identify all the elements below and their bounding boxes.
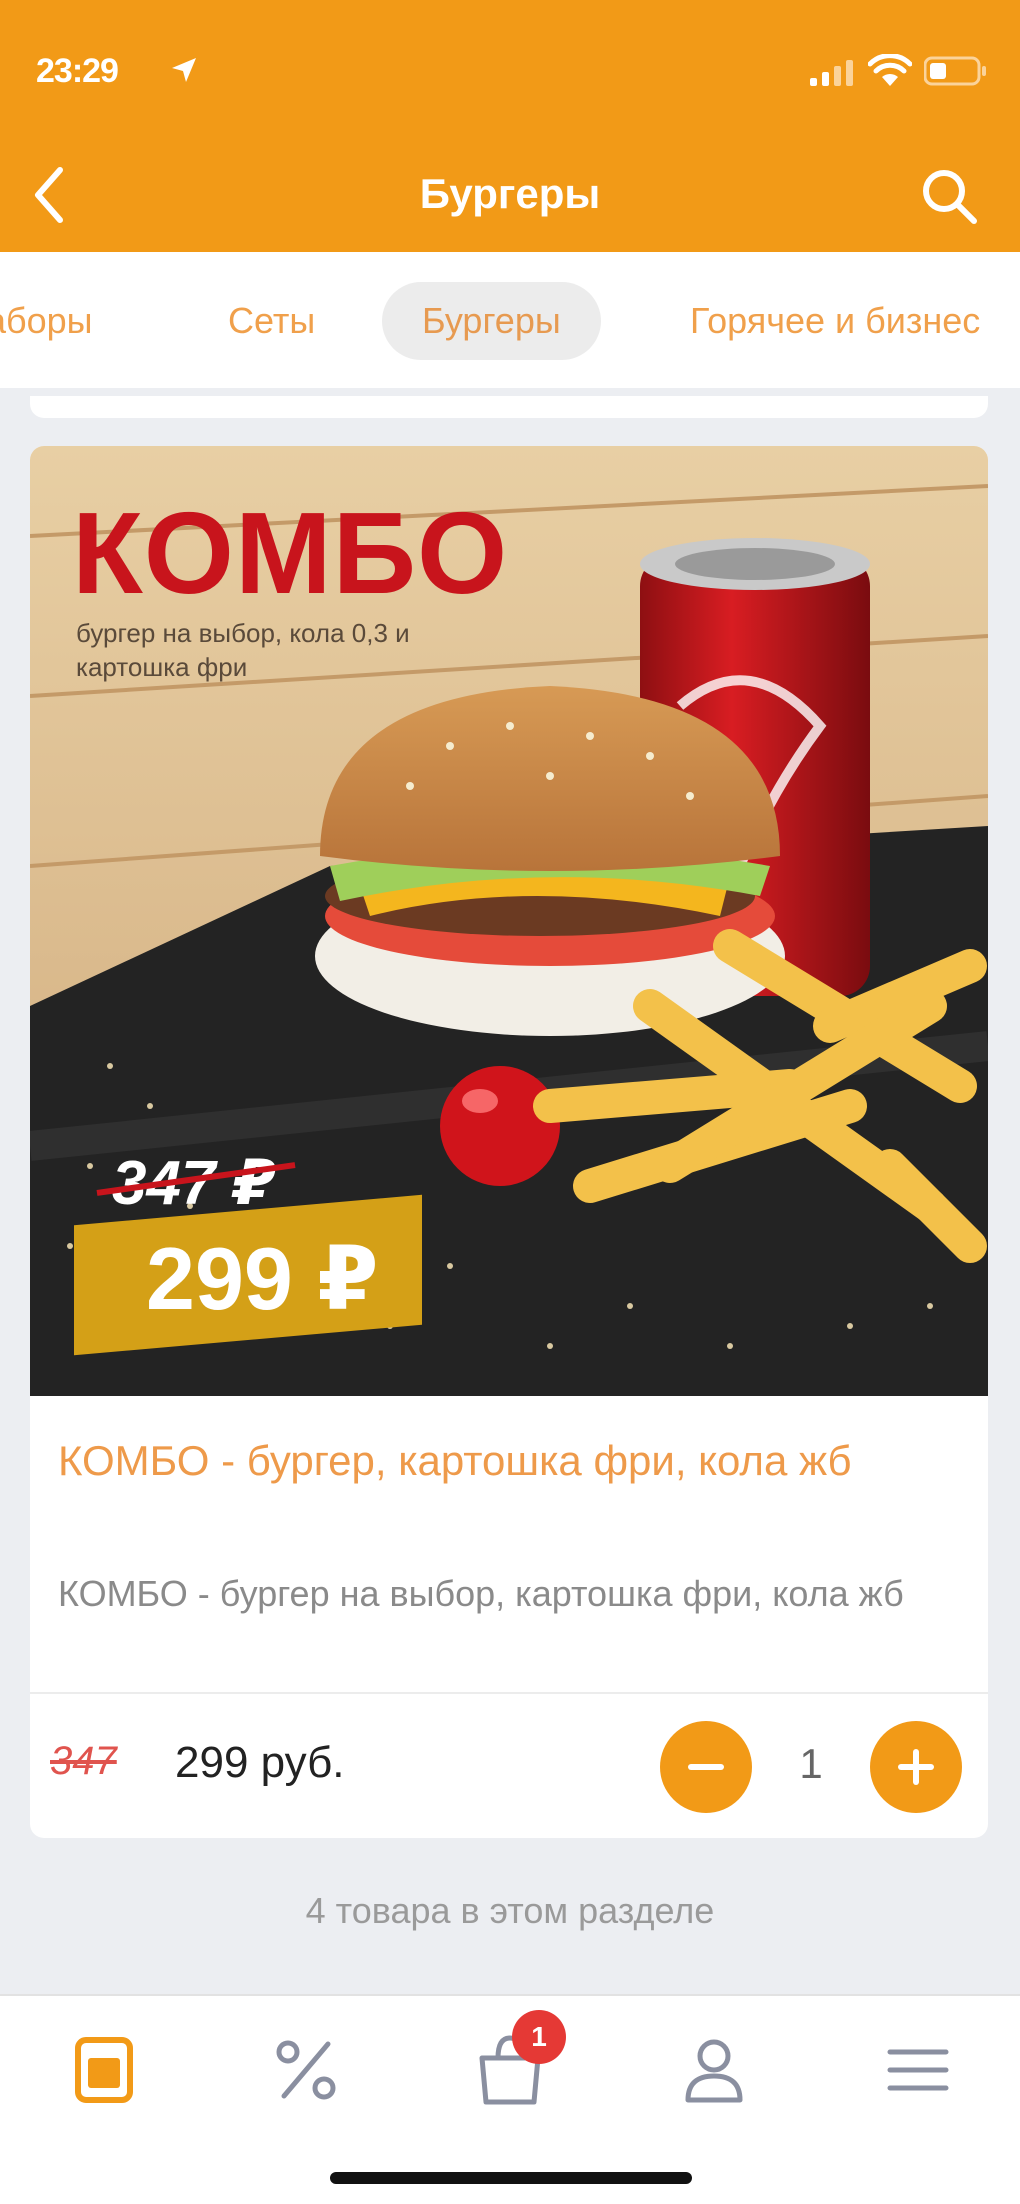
promo-old-price: 347 ₽ xyxy=(112,1149,276,1218)
current-price: 299 руб. xyxy=(175,1738,345,1787)
status-bar: 23:29 xyxy=(0,0,1020,150)
promo-subtitle: бургер на выбор, кола 0,3 и картошка фри xyxy=(76,618,410,682)
search-icon[interactable] xyxy=(918,165,980,227)
section-item-count: 4 товара в этом разделе xyxy=(305,1890,715,1931)
wifi-icon xyxy=(868,54,912,86)
cellular-signal-icon xyxy=(810,60,853,86)
promo-headline: КОМБО xyxy=(72,488,509,618)
cart-count-badge: 1 xyxy=(512,2010,566,2064)
card-divider xyxy=(30,1692,988,1694)
product-image[interactable]: КОМБО бургер на выбор, кола 0,3 и картош… xyxy=(30,446,988,1396)
category-tab-sets-bundles[interactable]: Наборы xyxy=(0,282,133,360)
category-tab-hot-business[interactable]: Горячее и бизнес xyxy=(650,282,1020,360)
quantity-value: 1 xyxy=(799,1740,823,1787)
product-description: КОМБО - бургер на выбор, картошка фри, к… xyxy=(58,1573,904,1614)
status-time: 23:29 xyxy=(36,52,119,90)
promo-new-price: 299 ₽ xyxy=(146,1228,379,1328)
profile-tab-icon[interactable] xyxy=(676,2032,752,2108)
battery-icon xyxy=(924,56,986,86)
promotions-tab-icon[interactable] xyxy=(268,2032,344,2108)
menu-tab-icon[interactable] xyxy=(66,2032,142,2108)
decrease-quantity-button[interactable] xyxy=(660,1721,752,1813)
header-bar: 23:29 Бургеры xyxy=(0,0,1020,252)
more-menu-tab-icon[interactable] xyxy=(880,2032,956,2108)
page-title: Бургеры xyxy=(419,170,601,217)
previous-card-edge xyxy=(30,396,988,418)
increase-quantity-button[interactable] xyxy=(870,1721,962,1813)
product-title[interactable]: КОМБО - бургер, картошка фри, кола жб xyxy=(58,1432,978,1490)
category-tab-sets[interactable]: Сеты xyxy=(188,282,355,360)
category-tab-burgers[interactable]: Бургеры xyxy=(382,282,601,360)
location-arrow-icon xyxy=(172,58,196,82)
old-price: 347 xyxy=(50,1739,117,1783)
category-tabs: Наборы Сеты Бургеры Горячее и бизнес xyxy=(0,252,1020,388)
product-card[interactable]: КОМБО бургер на выбор, кола 0,3 и картош… xyxy=(30,446,988,1838)
app-screen: 23:29 Бургеры боры Сеты Бургеры Горячее … xyxy=(0,0,1020,2204)
home-indicator[interactable] xyxy=(330,2172,692,2184)
